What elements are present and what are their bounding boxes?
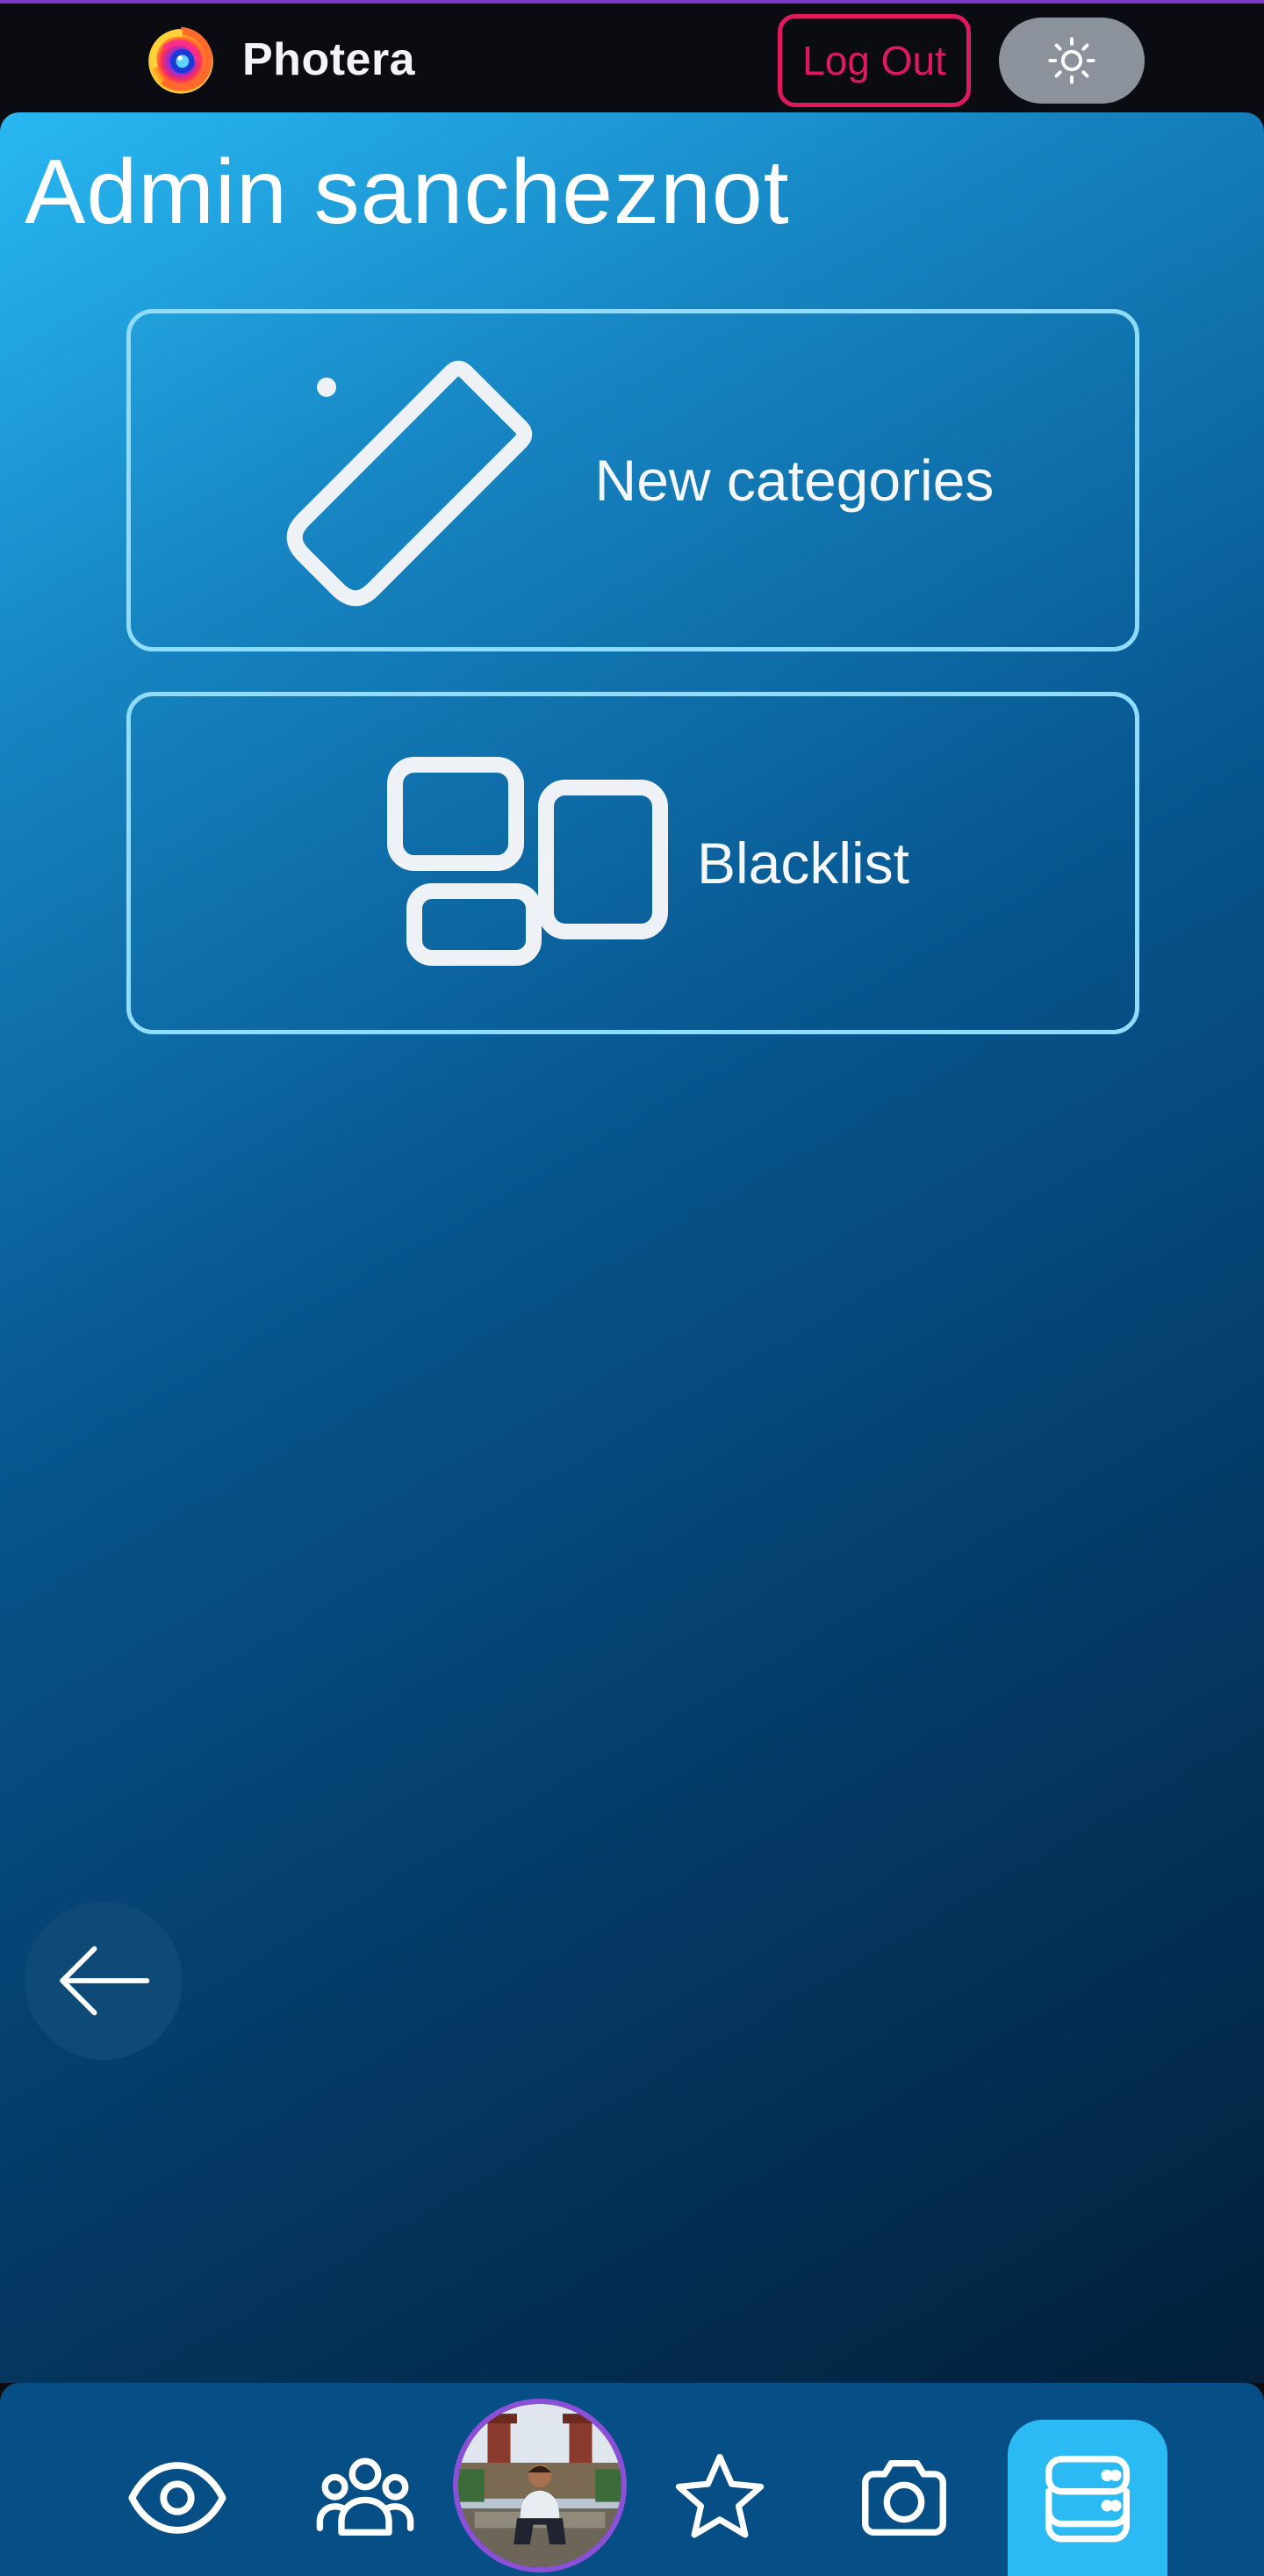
database-icon <box>1045 2456 1130 2543</box>
nav-item-favorites[interactable] <box>657 2441 783 2555</box>
nav-item-community[interactable] <box>302 2441 428 2555</box>
nav-item-camera[interactable] <box>841 2441 967 2555</box>
back-button[interactable] <box>25 1902 183 2060</box>
app-name: Photera <box>242 34 416 85</box>
nav-item-explore[interactable] <box>114 2441 241 2555</box>
star-icon <box>675 2453 765 2538</box>
new-categories-card[interactable]: New categories <box>126 309 1139 651</box>
blacklist-card[interactable]: Blacklist <box>126 692 1139 1034</box>
app-logo-icon <box>148 26 213 94</box>
avatar-photo <box>458 2404 621 2567</box>
avatar[interactable] <box>453 2399 627 2572</box>
page-title: Admin sancheznot <box>25 141 790 243</box>
top-bar: Photera Log Out <box>0 0 1264 112</box>
sun-icon <box>1048 37 1095 84</box>
theme-toggle[interactable] <box>999 18 1145 104</box>
people-icon <box>316 2457 414 2536</box>
layout-blocks-icon <box>386 757 668 966</box>
tag-icon <box>286 360 532 607</box>
eye-icon <box>128 2462 226 2534</box>
nav-item-admin[interactable] <box>1008 2420 1167 2576</box>
arrow-left-icon <box>60 1946 150 2016</box>
new-categories-label: New categories <box>594 448 995 513</box>
blacklist-label: Blacklist <box>696 831 910 896</box>
brand[interactable]: Photera <box>140 16 415 104</box>
camera-icon <box>862 2459 946 2536</box>
main-content: Admin sancheznot New categories Blacklis… <box>0 112 1264 2383</box>
logout-button[interactable]: Log Out <box>778 14 971 107</box>
